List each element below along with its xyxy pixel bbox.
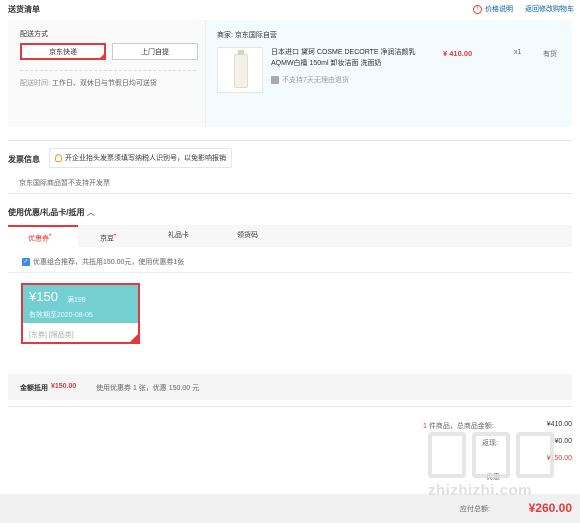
- lightbulb-icon: [55, 154, 62, 162]
- payable-value: ¥260.00: [528, 501, 572, 515]
- section-title-delivery-list: 送货清单: [8, 5, 40, 14]
- divider: [8, 406, 572, 407]
- rebate-value: ¥0.00: [554, 438, 572, 445]
- coupon-summary-bar: 金额抵用 ¥150.00 使用优惠券 1 张，优惠 150.00 元: [8, 374, 572, 400]
- summary-amount: ¥150.00: [51, 383, 77, 390]
- coupon-section-title[interactable]: 使用优惠/礼品卡/抵用 ︿: [8, 207, 95, 218]
- coupon-card[interactable]: ¥150 满199 有效期至2020-08-05 [东券] [限品类]: [21, 283, 140, 344]
- price-info-link[interactable]: ! 价格说明: [473, 4, 513, 14]
- jd-express-option-label: 京东快递: [49, 48, 77, 56]
- product-qty: x1: [514, 49, 522, 56]
- watermark-logo: [428, 432, 554, 478]
- watermark-glyph: [516, 432, 554, 478]
- coupon-condition: 满199: [67, 297, 86, 304]
- stock-status: 有货: [543, 51, 557, 58]
- delivery-time: 配送时间: 工作日、双休日与节假日均可送货: [20, 78, 157, 88]
- watermark-text: zhizhizhi.com: [428, 482, 532, 499]
- tab-gift-card[interactable]: 礼品卡: [168, 225, 189, 247]
- pickup-option-label: 上门自提: [141, 48, 169, 56]
- tab-redeem-code-label: 领货码: [237, 232, 258, 239]
- coupon-tag: [东券]: [29, 332, 47, 339]
- collapse-icon[interactable]: ︿: [87, 208, 95, 217]
- pickup-option[interactable]: 上门自提: [112, 43, 198, 60]
- summary-label: 金额抵用: [20, 385, 48, 392]
- recommend-combo-text: 优惠组合推荐，共抵用150.00元，使用优惠券1张: [33, 259, 185, 266]
- summary-detail: 使用优惠券 1 张，优惠 150.00 元: [96, 385, 200, 392]
- tab-jd-beans[interactable]: 京豆•: [100, 225, 116, 247]
- divider: [20, 70, 196, 71]
- watermark-glyph: [428, 432, 466, 478]
- seller-name[interactable]: 京东国际自营: [235, 32, 277, 39]
- divider: [8, 193, 572, 194]
- invoice-title: 发票信息: [8, 155, 40, 164]
- product-price: ¥ 410.00: [443, 49, 473, 58]
- selected-check-icon: [98, 52, 106, 60]
- items-total-label-text: 件商品，总商品金额:: [428, 423, 494, 430]
- tab-badge: •: [49, 233, 52, 239]
- no-return-text: 不支持7天无理由退货: [282, 77, 349, 84]
- product-image[interactable]: [217, 47, 263, 93]
- info-icon: !: [473, 4, 482, 14]
- tab-redeem-code[interactable]: 领货码: [237, 225, 258, 247]
- items-count: 1: [423, 423, 427, 430]
- recommend-combo: ✓ 优惠组合推荐，共抵用150.00元，使用优惠券1张: [22, 257, 184, 267]
- shipping-method-label: 配送方式: [20, 31, 48, 38]
- delivery-time-label: 配送时间:: [20, 80, 50, 87]
- items-total-label: 1 件商品，总商品金额:: [423, 421, 494, 431]
- product-name[interactable]: 日本进口 黛珂 COSME DECORTE 净润洁颜乳 AQMW白檀 150ml…: [271, 47, 416, 69]
- no-return-notice: 不支持7天无理由退货: [271, 75, 349, 85]
- selected-check-icon: [130, 334, 138, 342]
- payable-label: 应付总额:: [460, 506, 490, 513]
- coupon-expiry: 有效期至2020-08-05: [29, 312, 93, 319]
- divider: [8, 140, 572, 141]
- items-total-value: ¥410.00: [546, 421, 572, 428]
- watermark-glyph: [472, 432, 510, 478]
- coupon-card-header: ¥150 满199 有效期至2020-08-05: [23, 285, 138, 323]
- back-to-cart-link[interactable]: 返回修改购物车: [525, 4, 574, 14]
- checkout-page: 送货清单 ! 价格说明 返回修改购物车 配送方式 京东快递 上门自提 配送时间:…: [0, 0, 580, 523]
- checkbox[interactable]: ✓: [22, 258, 30, 266]
- seller-label: 商家:: [217, 32, 233, 39]
- product-name-line2: AQMW白檀 150ml 卸妆洁面 洗面奶: [271, 60, 382, 67]
- tab-coupons[interactable]: 优惠券•: [8, 225, 78, 247]
- product-name-line1: 日本进口 黛珂 COSME DECORTE 净润洁颜乳: [271, 49, 416, 56]
- coupon-section-title-text: 使用优惠/礼品卡/抵用: [8, 208, 85, 217]
- invoice-note: 京东国际商品暂不支持开发票: [19, 180, 110, 187]
- tab-coupons-label: 优惠券: [28, 235, 49, 243]
- coupon-amount: ¥150: [29, 289, 58, 304]
- tab-badge: •: [114, 233, 117, 239]
- tab-gift-card-label: 礼品卡: [168, 232, 189, 239]
- delivery-time-value: 工作日、双休日与节假日均可送货: [51, 80, 157, 87]
- header-actions: ! 价格说明 返回修改购物车: [473, 4, 574, 14]
- seller-info: 商家: 京东国际自营: [217, 30, 277, 40]
- invoice-tip-text: 开企业抬头发票须填写纳税人识别号，以免影响报销: [65, 155, 226, 162]
- invoice-tip: 开企业抬头发票须填写纳税人识别号，以免影响报销: [49, 148, 232, 168]
- tab-jd-beans-label: 京豆: [100, 235, 114, 243]
- no-return-icon: [271, 76, 279, 84]
- coupon-tags: [东券] [限品类]: [29, 330, 74, 340]
- jd-express-option[interactable]: 京东快递: [20, 43, 106, 60]
- product-bottle-image: [234, 50, 248, 88]
- coupon-tag: [限品类]: [48, 332, 74, 339]
- coupon-tabs: 优惠券• 京豆• 礼品卡 领货码: [8, 225, 572, 247]
- divider: [8, 272, 572, 273]
